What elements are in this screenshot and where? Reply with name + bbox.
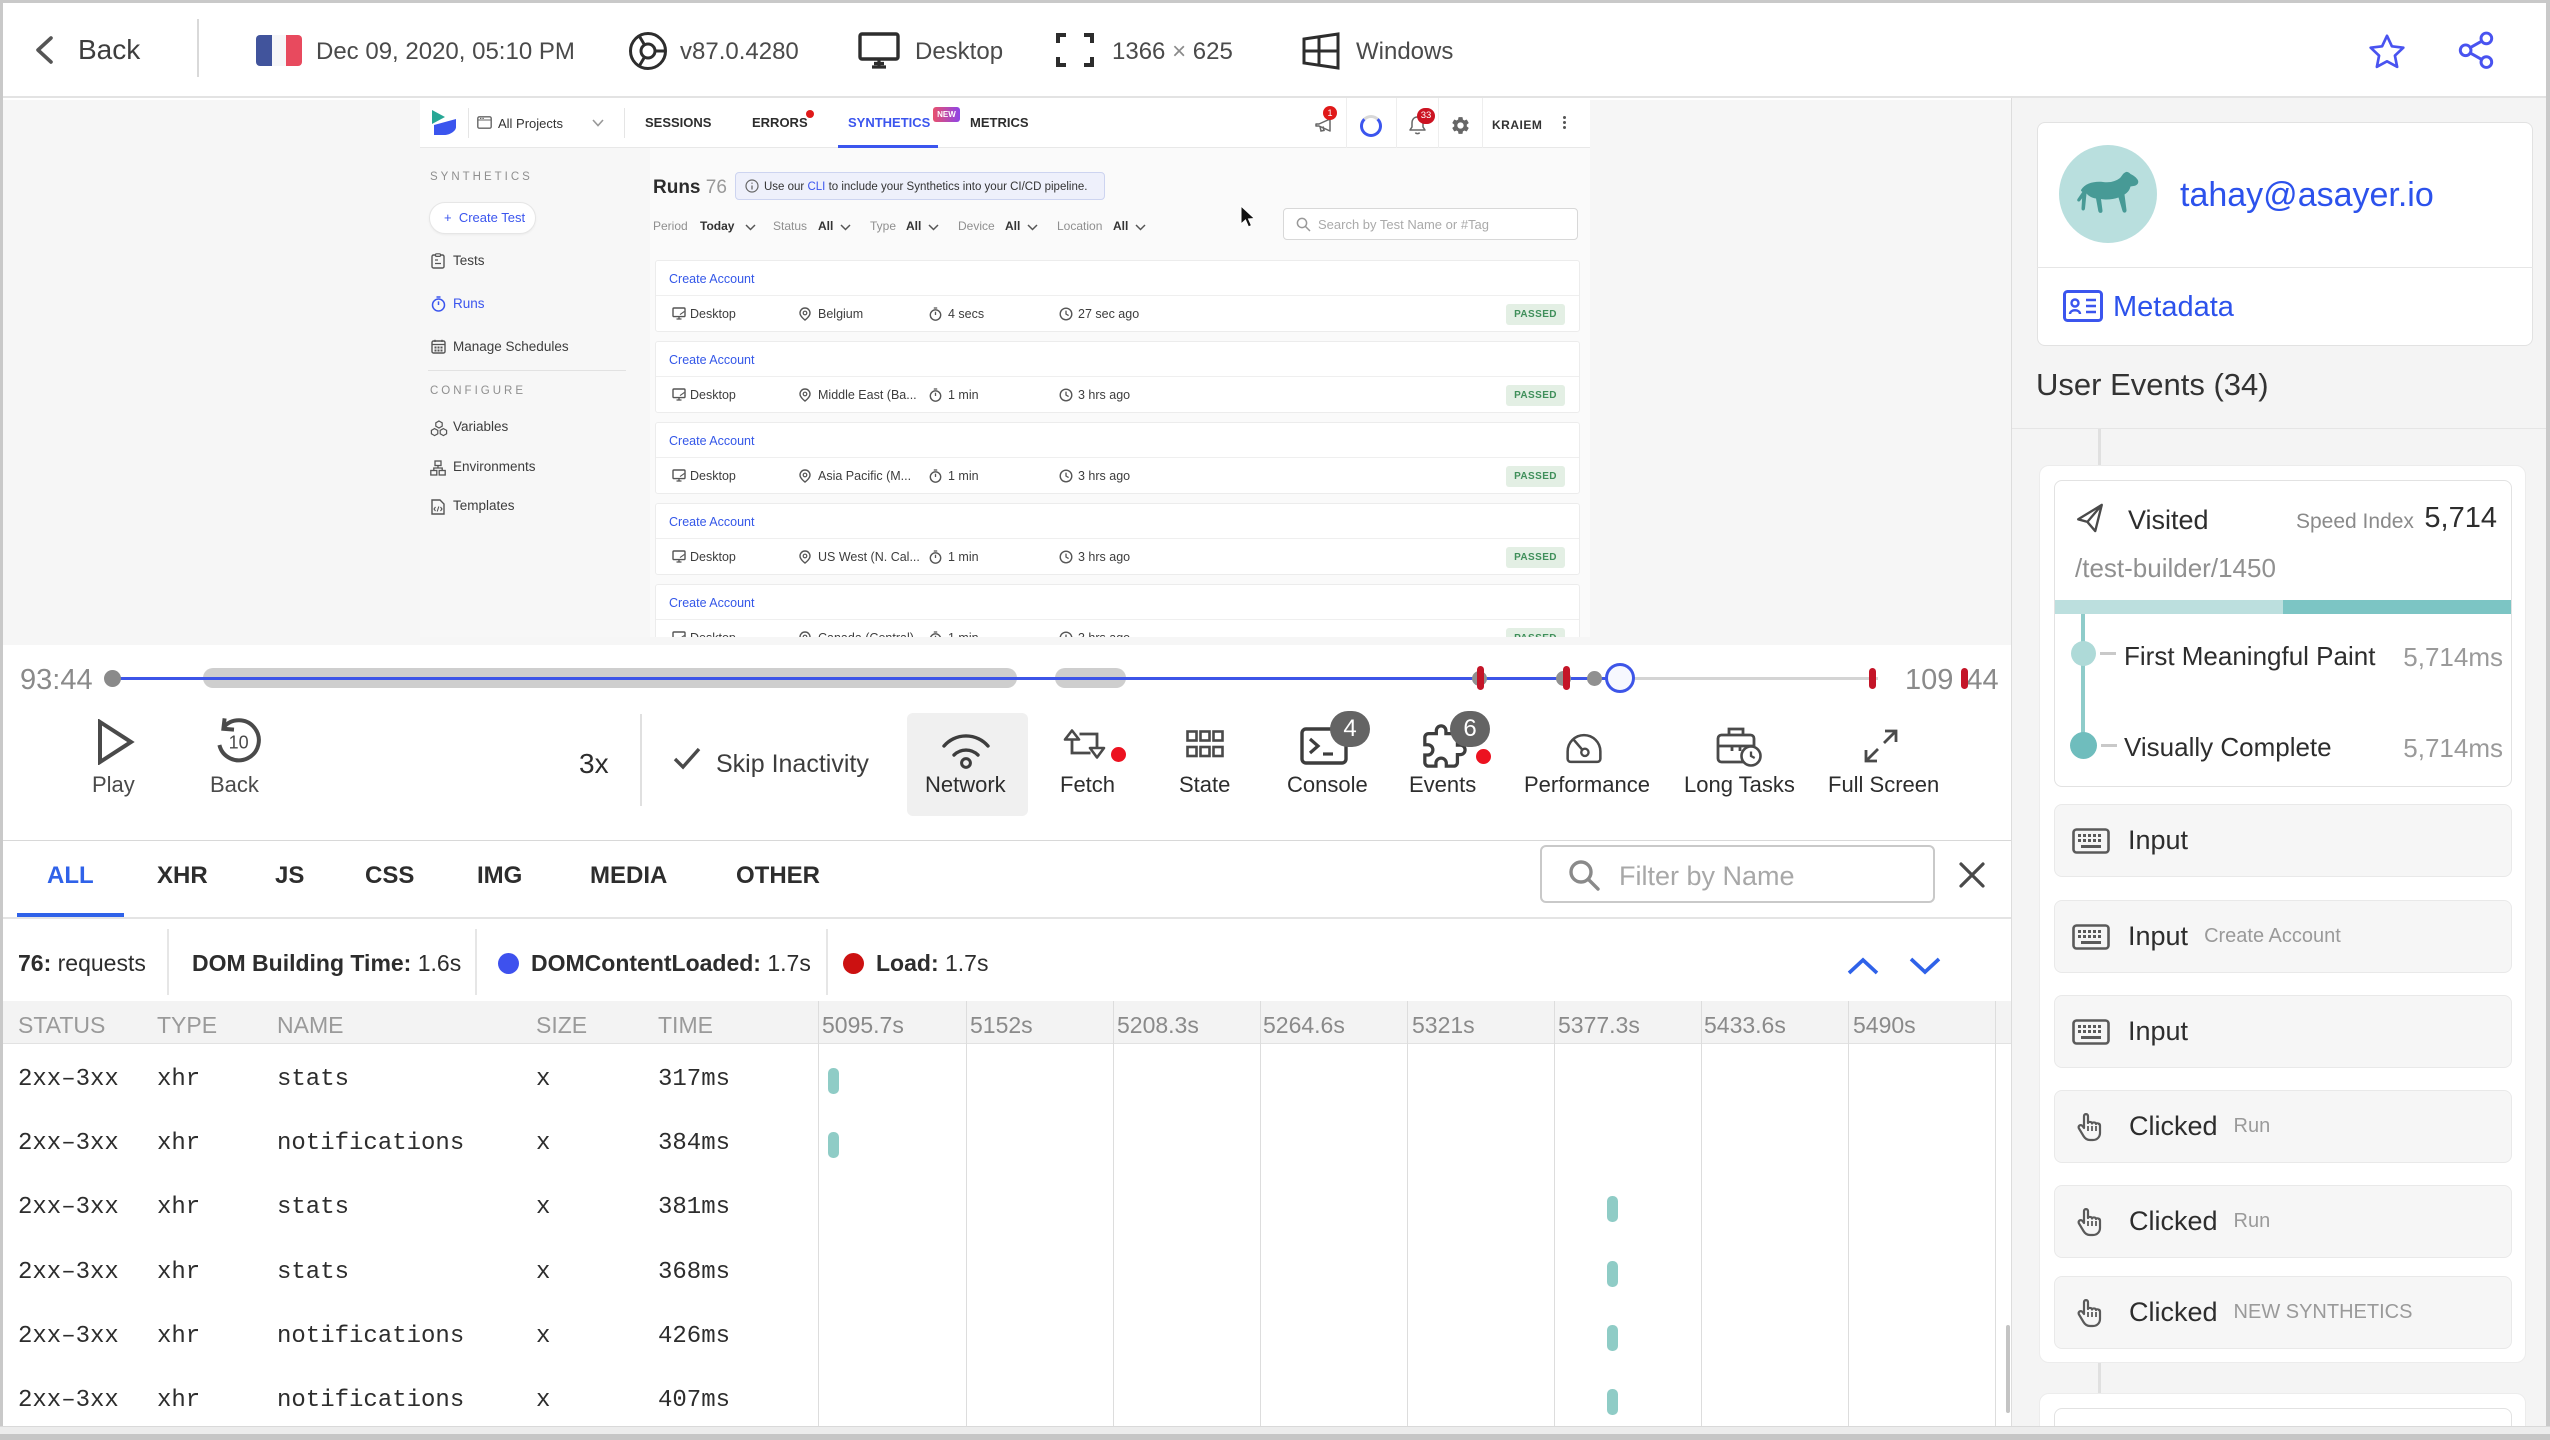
svg-text:10: 10 <box>229 732 249 752</box>
